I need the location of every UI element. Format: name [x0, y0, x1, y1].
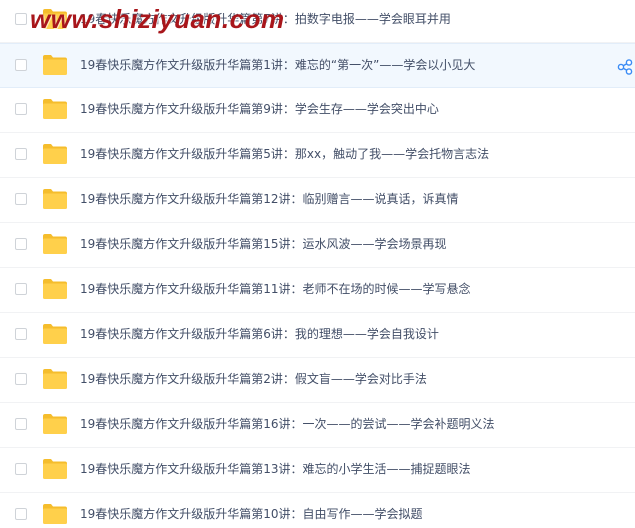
row-checkbox[interactable]	[15, 103, 27, 115]
file-row[interactable]: 19春快乐魔方作文升级版升华篇第16讲：一次——的尝试——学会补题明义法	[0, 403, 635, 448]
folder-icon	[43, 504, 67, 524]
row-checkbox[interactable]	[15, 283, 27, 295]
file-name-link[interactable]: 19春快乐魔方作文升级版升华篇第5讲：那xx，触动了我——学会托物言志法	[80, 146, 489, 162]
row-checkbox[interactable]	[15, 508, 27, 520]
share-icon[interactable]	[617, 59, 633, 75]
file-name-link[interactable]: 19春快乐魔方作文升级版升华篇第1讲：难忘的“第一次”——学会以小见大	[80, 57, 475, 73]
row-checkbox[interactable]	[15, 148, 27, 160]
folder-icon	[43, 9, 67, 29]
row-checkbox[interactable]	[15, 238, 27, 250]
folder-icon	[43, 324, 67, 344]
folder-icon	[43, 369, 67, 389]
row-checkbox[interactable]	[15, 418, 27, 430]
file-name-link[interactable]: 19春快乐魔方作文升级版升华篇第13讲：难忘的小学生活——捕捉题眼法	[80, 461, 471, 477]
folder-icon	[43, 459, 67, 479]
folder-icon	[43, 279, 67, 299]
row-checkbox[interactable]	[15, 328, 27, 340]
file-row[interactable]: 19春快乐魔方作文升级版升华篇第5讲：那xx，触动了我——学会托物言志法	[0, 133, 635, 178]
file-row[interactable]: 19春快乐魔方作文升级版升华篇第13讲：难忘的小学生活——捕捉题眼法	[0, 448, 635, 493]
file-row[interactable]: 19春快乐魔方作文升级版升华篇第15讲：运水风波——学会场景再现	[0, 223, 635, 268]
file-name-link[interactable]: 19春快乐魔方作文升级版升华篇第16讲：一次——的尝试——学会补题明义法	[80, 416, 495, 432]
row-checkbox[interactable]	[15, 59, 27, 71]
folder-icon	[43, 55, 67, 75]
row-checkbox[interactable]	[15, 463, 27, 475]
file-row[interactable]: 19春快乐魔方作文升级版升华篇第11讲：老师不在场的时候——学写悬念	[0, 268, 635, 313]
file-row[interactable]: 19春快乐魔方作文升级版升华篇第10讲：自由写作——学会拟题	[0, 493, 635, 528]
file-list: www.shiziyuan.com 19春快乐魔方作文升级版升华篇第7讲：拍数字…	[0, 0, 635, 528]
file-row[interactable]: 19春快乐魔方作文升级版升华篇第12讲：临别赠言——说真话，诉真情	[0, 178, 635, 223]
file-name-link[interactable]: 19春快乐魔方作文升级版升华篇第9讲：学会生存——学会突出中心	[80, 101, 439, 117]
row-checkbox[interactable]	[15, 373, 27, 385]
file-name-link[interactable]: 19春快乐魔方作文升级版升华篇第11讲：老师不在场的时候——学写悬念	[80, 281, 471, 297]
file-name-link[interactable]: 19春快乐魔方作文升级版升华篇第15讲：运水风波——学会场景再现	[80, 236, 447, 252]
file-name-link[interactable]: 19春快乐魔方作文升级版升华篇第7讲：拍数字电报——学会眼耳并用	[80, 11, 451, 27]
file-row[interactable]: 19春快乐魔方作文升级版升华篇第1讲：难忘的“第一次”——学会以小见大	[0, 43, 635, 88]
folder-icon	[43, 234, 67, 254]
file-row[interactable]: 19春快乐魔方作文升级版升华篇第7讲：拍数字电报——学会眼耳并用	[0, 0, 635, 43]
file-name-link[interactable]: 19春快乐魔方作文升级版升华篇第6讲：我的理想——学会自我设计	[80, 326, 439, 342]
file-row[interactable]: 19春快乐魔方作文升级版升华篇第9讲：学会生存——学会突出中心	[0, 88, 635, 133]
folder-icon	[43, 189, 67, 209]
file-name-link[interactable]: 19春快乐魔方作文升级版升华篇第12讲：临别赠言——说真话，诉真情	[80, 191, 459, 207]
file-row[interactable]: 19春快乐魔方作文升级版升华篇第6讲：我的理想——学会自我设计	[0, 313, 635, 358]
folder-icon	[43, 144, 67, 164]
folder-icon	[43, 414, 67, 434]
row-checkbox[interactable]	[15, 193, 27, 205]
folder-icon	[43, 99, 67, 119]
file-row[interactable]: 19春快乐魔方作文升级版升华篇第2讲：假文盲——学会对比手法	[0, 358, 635, 403]
row-checkbox[interactable]	[15, 13, 27, 25]
file-name-link[interactable]: 19春快乐魔方作文升级版升华篇第2讲：假文盲——学会对比手法	[80, 371, 427, 387]
file-name-link[interactable]: 19春快乐魔方作文升级版升华篇第10讲：自由写作——学会拟题	[80, 506, 423, 522]
